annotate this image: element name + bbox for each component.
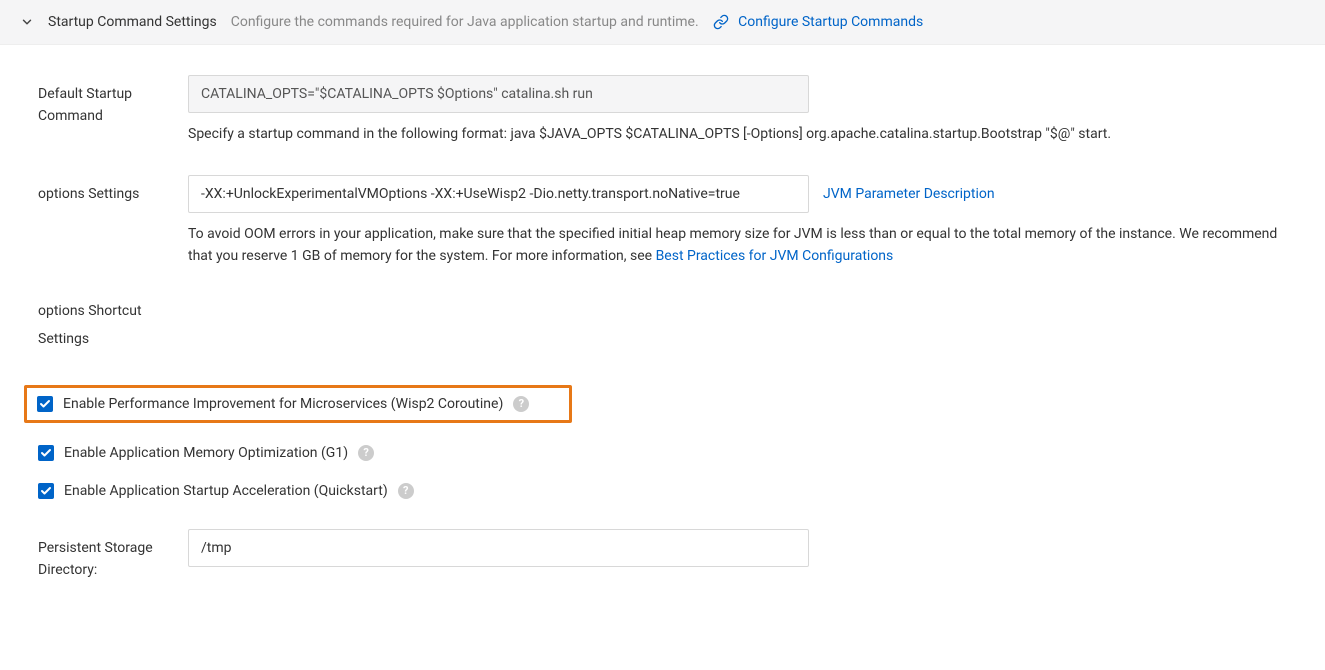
configure-startup-link-text: Configure Startup Commands (738, 14, 923, 30)
g1-checkbox[interactable] (38, 445, 54, 461)
link-icon (713, 14, 729, 30)
section-subtitle: Configure the commands required for Java… (231, 14, 699, 30)
configure-startup-link[interactable]: Configure Startup Commands (713, 14, 924, 30)
options-settings-label: options Settings (38, 175, 188, 205)
section-title: Startup Command Settings (48, 14, 217, 30)
g1-row: Enable Application Memory Optimization (… (38, 445, 1287, 461)
options-settings-input[interactable] (188, 175, 809, 213)
form-content: Default Startup Command Specify a startu… (0, 45, 1325, 611)
default-startup-input[interactable] (188, 75, 809, 113)
default-startup-hint: Specify a startup command in the followi… (188, 123, 1278, 145)
persistent-storage-label: Persistent Storage Directory: (38, 529, 188, 581)
quickstart-checkbox-label[interactable]: Enable Application Startup Acceleration … (64, 483, 388, 499)
chevron-down-icon[interactable] (20, 15, 34, 29)
options-settings-hint: To avoid OOM errors in your application,… (188, 223, 1278, 267)
help-icon[interactable]: ? (398, 483, 414, 499)
quickstart-row: Enable Application Startup Acceleration … (38, 483, 1287, 499)
default-startup-row: Default Startup Command Specify a startu… (38, 75, 1287, 145)
g1-checkbox-label[interactable]: Enable Application Memory Optimization (… (64, 445, 348, 461)
persistent-storage-input[interactable] (188, 529, 809, 567)
persistent-storage-row: Persistent Storage Directory: (38, 529, 1287, 581)
quickstart-checkbox[interactable] (38, 483, 54, 499)
section-header: Startup Command Settings Configure the c… (0, 0, 1325, 45)
help-icon[interactable]: ? (358, 445, 374, 461)
options-shortcut-label: options Shortcut Settings (38, 297, 188, 353)
wisp2-highlight-box: Enable Performance Improvement for Micro… (24, 385, 572, 423)
options-shortcut-row: options Shortcut Settings (38, 297, 1287, 353)
jvm-param-link[interactable]: JVM Parameter Description (823, 186, 995, 202)
default-startup-label: Default Startup Command (38, 75, 188, 127)
options-settings-row: options Settings JVM Parameter Descripti… (38, 175, 1287, 267)
best-practices-link[interactable]: Best Practices for JVM Configurations (656, 248, 894, 264)
wisp2-checkbox[interactable] (37, 396, 53, 412)
wisp2-checkbox-label[interactable]: Enable Performance Improvement for Micro… (63, 396, 503, 412)
help-icon[interactable]: ? (513, 396, 529, 412)
